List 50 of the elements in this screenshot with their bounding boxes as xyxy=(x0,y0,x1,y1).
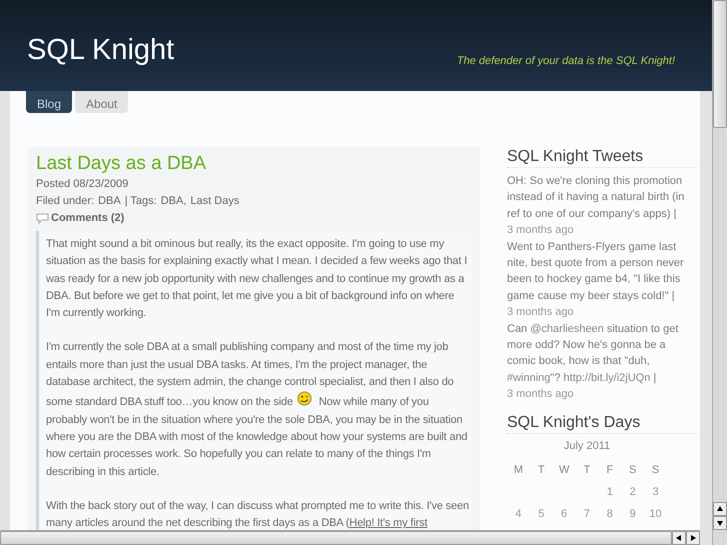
section-heading: SQL Knight Tweets xyxy=(507,147,697,168)
smiley-icon xyxy=(296,391,312,406)
nav-tab[interactable]: About xyxy=(75,91,128,113)
calendar-day[interactable]: 6 xyxy=(552,507,576,522)
category-link[interactable]: DBA xyxy=(98,193,121,210)
calendar-day[interactable]: 5 xyxy=(530,507,553,522)
scroll-up-icon[interactable] xyxy=(713,502,727,516)
tweet-time[interactable]: 3 months ago xyxy=(507,222,697,239)
weekday-label: S xyxy=(650,463,660,478)
calendar-day[interactable]: 7 xyxy=(576,507,598,522)
calendar-day[interactable]: 1 xyxy=(598,485,622,500)
weekday-label: F xyxy=(605,463,614,478)
scroll-down-icon[interactable] xyxy=(713,516,727,530)
calendar-day[interactable]: 10 xyxy=(644,507,667,522)
weekday-label: M xyxy=(512,463,524,478)
section-heading: SQL Knight's Days xyxy=(507,412,697,434)
tag-link[interactable]: Last Days xyxy=(190,193,240,210)
scroll-right-icon[interactable] xyxy=(686,531,700,545)
tags-label: | Tags: xyxy=(124,194,157,209)
weekday-label: S xyxy=(628,463,638,478)
filed-label: Filed under: xyxy=(36,194,94,209)
tweet-text: OH: So we're cloning this promotion instead of it having a natural birth (in ref to one of our company's apps) | xyxy=(507,174,686,222)
link[interactable]: Help! It's my first xyxy=(349,517,428,530)
calendar-day[interactable]: 2 xyxy=(621,485,644,500)
vertical-scrollbar[interactable] xyxy=(712,0,727,545)
post-date: Posted 08/23/2009 xyxy=(36,177,130,192)
nav-tab[interactable]: Blog xyxy=(26,91,72,113)
calendar-day[interactable]: 9 xyxy=(621,507,644,522)
paragraph: That might sound a bit ominous but really, its the exact opposite. I'm going to use my situation as the basis for explaining exactly what I mean. I decided a few weeks ago that I was ready for a new job opportunity with new challenges and to continue my growth as a DBA. But before we get to that point, let me give you a bit of background info on where I'm currently working. xyxy=(46,237,468,322)
calendar-month: July 2011 xyxy=(562,438,612,454)
tweet-time[interactable]: 3 months ago xyxy=(507,386,697,403)
paragraph: With the back story out of the way, I can discuss what prompted me to write this. I've seen many articles around the net describing the first days as a DBA (Help! It's my first xyxy=(46,498,470,530)
weekday-label: T xyxy=(536,463,546,478)
paragraph: I'm currently the sole DBA at a small publishing company and most of the time my job entails more than just the usual DBA tasks. At times, I'm the project manager, the database architect, the system admin, the change control specialist, and then I also do some standard DBA stuff too…you know on the side Now while many of you probably won't be in the situation where you're the sole DBA, you may be in the situation where you are the DBA with most of the knowledge about how your systems are built and how certain processes work. So hopefully you can relate to many of the things I'm describing in this article. xyxy=(46,340,468,480)
site-title[interactable]: SQL Knight xyxy=(27,29,174,72)
comments-link[interactable]: Comments (2) xyxy=(51,210,124,227)
scroll-left-icon[interactable] xyxy=(672,531,686,545)
tagline: The defender of your data is the SQL Knight! xyxy=(456,54,675,69)
calendar-day[interactable]: 3 xyxy=(644,485,667,500)
tweet-text: Went to Panthers-Flyers game last nite, best quote from a person never been to hockey game b4, "I like this game cause my beer stays cold!" | xyxy=(507,240,685,304)
tweet-text: Can @charliesheen situation to get more odd? Now he's gonna be a comic book, how is that "duh, #winning"? http://bit.ly/i2jUQn | xyxy=(507,322,680,386)
post-title[interactable]: Last Days as a DBA xyxy=(36,152,472,176)
calendar-day[interactable]: 8 xyxy=(598,507,622,522)
tag-link[interactable]: DBA, xyxy=(160,193,186,210)
tweet-time[interactable]: 3 months ago xyxy=(507,304,697,321)
weekday-label: W xyxy=(558,463,570,478)
speech-bubble-icon xyxy=(36,213,49,224)
weekday-label: T xyxy=(582,463,592,478)
calendar-day[interactable]: 4 xyxy=(507,507,530,522)
scrollbar-thumb[interactable] xyxy=(713,0,727,128)
